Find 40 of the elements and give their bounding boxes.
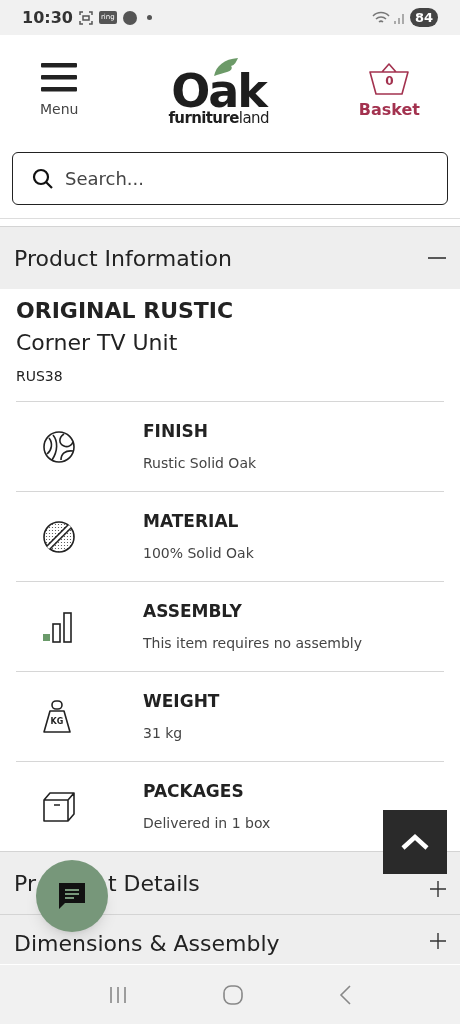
chevron-up-icon — [400, 833, 430, 851]
back-icon[interactable] — [338, 984, 353, 1005]
spec-label: WEIGHT — [143, 690, 220, 714]
logo-subtitle: furnitureland — [168, 111, 269, 126]
product-sku: RUS38 — [16, 367, 64, 386]
spec-value: 31 kg — [143, 723, 184, 743]
expand-icon[interactable] — [430, 933, 446, 949]
bar-level-icon — [42, 609, 74, 644]
spec-label: PACKAGES — [143, 780, 245, 804]
product-name: Corner TV Unit — [16, 329, 179, 357]
section-title[interactable]: t Details — [107, 866, 200, 900]
hatched-circle-icon — [42, 519, 76, 554]
search-icon — [32, 168, 54, 190]
screenshot-icon — [78, 10, 93, 25]
status-time: 10:30 — [22, 6, 73, 29]
home-icon[interactable] — [223, 984, 243, 1005]
spec-value: Rustic Solid Oak — [143, 453, 257, 473]
expand-icon[interactable] — [430, 881, 446, 897]
basket-count: 0 — [385, 74, 394, 87]
spec-label: FINISH — [143, 420, 209, 444]
basket-button[interactable]: 0 Basket — [358, 61, 420, 122]
back-to-top-button[interactable] — [383, 810, 447, 874]
search-field[interactable]: Search... — [12, 152, 448, 205]
signal-icon — [393, 11, 406, 24]
spec-value: This item requires no assembly — [143, 633, 363, 653]
store-logo[interactable]: Oak furnitureland — [168, 57, 269, 126]
spec-value: Delivered in 1 box — [143, 813, 271, 833]
product-range: ORIGINAL RUSTIC — [16, 297, 235, 325]
spec-label: MATERIAL — [143, 510, 240, 534]
chat-icon — [57, 881, 87, 911]
menu-icon — [41, 63, 78, 93]
spec-label: ASSEMBLY — [143, 600, 243, 624]
logo-wordmark: Oak — [171, 71, 266, 111]
battery-level: 84 — [409, 8, 438, 27]
wood-grain-icon — [42, 429, 76, 464]
box-icon — [42, 790, 76, 823]
menu-button[interactable]: Menu — [40, 63, 79, 120]
wifi-icon — [371, 10, 390, 25]
section-title[interactable]: Pr — [14, 866, 36, 900]
spec-value: 100% Solid Oak — [143, 543, 254, 563]
